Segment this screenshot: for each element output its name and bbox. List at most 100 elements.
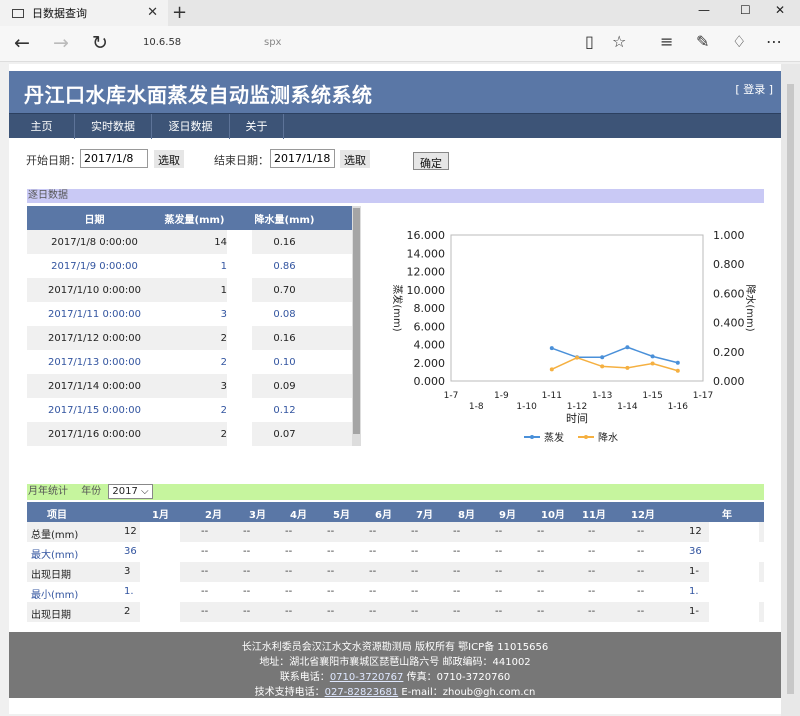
month-cell: 1. (124, 586, 134, 597)
support-phone-link[interactable]: 027-82823681 (325, 687, 399, 698)
evap-cell: 2 (220, 404, 227, 416)
table-row: 2017/1/13 0:00:00 2 0.10 (27, 350, 352, 374)
y-left-tick-label: 10.000 (407, 284, 446, 297)
maximize-icon[interactable]: ☐ (740, 3, 751, 17)
back-icon[interactable]: ← (14, 32, 30, 54)
month-cell: -- (588, 606, 596, 617)
data-point (549, 367, 554, 372)
y-left-tick-label: 8.000 (414, 302, 446, 315)
menu-about[interactable]: 关于 (230, 114, 284, 139)
month-header: 6月 (375, 510, 392, 521)
month-cell: 12 (689, 526, 702, 537)
month-cell: -- (637, 546, 645, 557)
start-date-label: 开始日期： (26, 154, 81, 167)
month-cell: -- (243, 526, 251, 537)
table-row: 2017/1/11 0:00:00 3 0.08 (27, 302, 352, 326)
page-scrollbar[interactable] (781, 64, 800, 716)
month-cell: 12 (124, 526, 137, 537)
month-cell: -- (243, 606, 251, 617)
web-note-icon[interactable]: ✎ (696, 32, 709, 51)
share-icon[interactable]: ♢ (732, 32, 746, 51)
month-cell: -- (243, 566, 251, 577)
month-cell: -- (453, 606, 461, 617)
y-right-tick-label: 0.400 (713, 317, 745, 330)
login-link[interactable]: [ 登录 ] (735, 81, 773, 97)
x-axis-label: 时间 (566, 412, 588, 425)
date-cell: 2017/1/16 0:00:00 (47, 428, 141, 440)
x-tick-label: 1-10 (516, 402, 537, 412)
table-row: 2017/1/8 0:00:00 14 0.16 (27, 230, 352, 254)
menu-home[interactable]: 主页 (9, 114, 75, 139)
daily-table-scrollbar[interactable] (352, 206, 361, 446)
date-cell: 2017/1/9 0:00:00 (51, 260, 138, 272)
menu-realtime[interactable]: 实时数据 (75, 114, 152, 139)
year-select[interactable]: 2017 ⌵ (108, 484, 153, 499)
page-icon (12, 8, 24, 18)
favorite-star-icon[interactable]: ☆ (612, 32, 626, 51)
site-title: 丹江口水库水面蒸发自动监测系统系统 (24, 83, 373, 107)
data-point (575, 355, 579, 360)
end-pick-button[interactable]: 选取 (340, 150, 370, 168)
start-pick-button[interactable]: 选取 (154, 150, 184, 168)
month-cell: -- (285, 546, 293, 557)
data-point (600, 364, 605, 369)
more-icon[interactable]: ⋯ (766, 32, 782, 51)
month-header: 3月 (249, 510, 266, 521)
reading-view-icon[interactable]: ▯ (585, 32, 594, 51)
new-tab-icon[interactable]: + (172, 2, 187, 23)
y-left-tick-label: 0.000 (414, 375, 446, 388)
x-tick-label: 1-8 (469, 402, 484, 412)
month-cell: -- (285, 586, 293, 597)
y-left-axis-label: 蒸发(mm) (391, 284, 404, 331)
month-cell: -- (453, 566, 461, 577)
window-close-icon[interactable]: ✕ (775, 3, 785, 17)
month-cell: 1- (689, 606, 699, 617)
month-cell: -- (588, 526, 596, 537)
minimize-icon[interactable]: — (698, 3, 710, 17)
month-cell: -- (243, 546, 251, 557)
url-field[interactable]: 10.6.58 (143, 37, 181, 48)
month-cell: -- (201, 546, 209, 557)
date-cell: 2017/1/15 0:00:00 (47, 404, 141, 416)
data-point (650, 354, 655, 359)
month-cell: -- (495, 526, 503, 537)
footer-copyright: 长江水利委员会汉江水文水资源勘测局 版权所有 鄂ICP备 11015656 (241, 642, 549, 653)
start-date-input[interactable] (80, 149, 148, 168)
browser-tab[interactable]: 日数据查询 ✕ (0, 0, 168, 26)
month-cell: 36 (124, 546, 137, 557)
date-cell: 2017/1/11 0:00:00 (47, 308, 141, 320)
menu-daily[interactable]: 逐日数据 (152, 114, 230, 139)
col-date: 日期 (84, 214, 105, 226)
month-cell: -- (637, 566, 645, 577)
footer-support: 技术支持电话：027-82823681 E-mail：zhoub@gh.com.… (254, 687, 536, 698)
date-cell: 2017/1/13 0:00:00 (47, 356, 141, 368)
close-tab-icon[interactable]: ✕ (147, 5, 158, 20)
data-point (549, 346, 554, 351)
end-date-label: 结束日期： (214, 154, 269, 167)
evap-cell: 14 (214, 236, 227, 248)
evap-cell: 3 (220, 308, 227, 320)
main-menu: 主页 实时数据 逐日数据 关于 (9, 113, 781, 139)
month-cell: 最小(mm) (31, 590, 79, 601)
end-date-input[interactable] (270, 149, 335, 168)
month-cell: 出现日期 (31, 610, 71, 621)
month-cell: -- (369, 526, 377, 537)
month-cell: -- (495, 586, 503, 597)
month-cell: -- (495, 566, 503, 577)
y-left-tick-label: 14.000 (407, 247, 446, 260)
monthly-table-header: 项目 1月 2月 3月 4月 5月 6月 7月 8月 9月 10月 11月 12月 年 (27, 502, 764, 522)
phone-link[interactable]: 0710-3720767 (330, 672, 404, 683)
confirm-button[interactable]: 确定 (413, 152, 449, 170)
refresh-icon[interactable]: ↻ (92, 32, 108, 54)
month-cell: 出现日期 (31, 570, 71, 581)
month-header: 5月 (333, 510, 350, 521)
y-right-axis-label: 降水(mm) (744, 284, 757, 331)
hub-icon[interactable]: ≡ (660, 32, 673, 51)
evap-rain-chart: 16.000 14.000 12.000 10.000 8.000 6.000 4.000 2… (391, 229, 757, 444)
footer-address: 地址：湖北省襄阳市襄城区琵琶山路六号 邮政编码：441002 (259, 657, 531, 668)
daily-table-header: 日期 蒸发量(mm) 降水量(mm) (27, 206, 352, 230)
month-cell: -- (411, 546, 419, 557)
col-evap: 蒸发量(mm) (164, 214, 225, 226)
forward-icon[interactable]: → (53, 32, 69, 54)
date-cell: 2017/1/14 0:00:00 (47, 380, 141, 392)
